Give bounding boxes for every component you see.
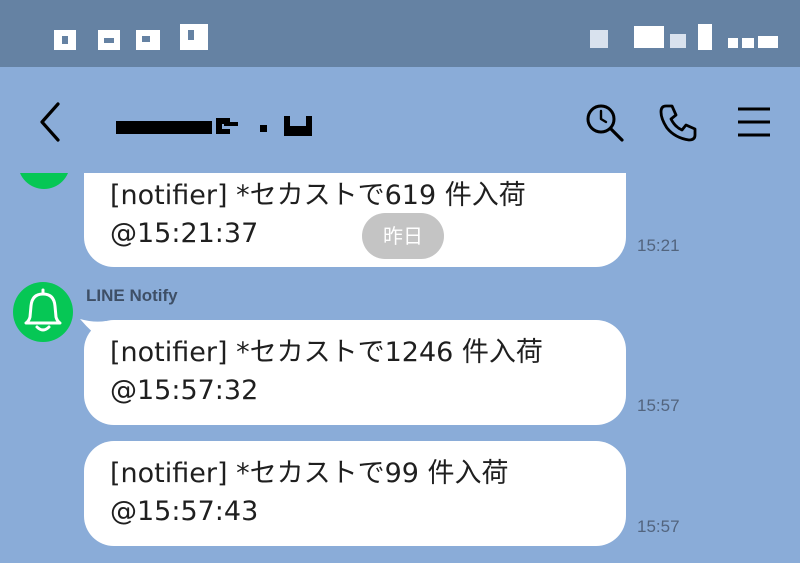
message-timestamp: 15:57 (637, 517, 680, 536)
avatar[interactable] (13, 282, 73, 342)
back-button[interactable] (32, 100, 68, 144)
message-text-line1: [notifier] *セカストで1246 件入荷 (110, 337, 543, 368)
chat-title-redacted (116, 116, 326, 138)
message-text-line2: @15:57:32 (110, 375, 259, 406)
search-button[interactable] (582, 100, 626, 144)
message-text-line1: [notifier] *セカストで99 件入荷 (110, 458, 509, 489)
avatar[interactable] (18, 173, 70, 189)
menu-button[interactable] (732, 100, 776, 144)
message-bubble[interactable]: [notifier] *セカストで1246 件入荷 @15:57:32 (84, 320, 626, 425)
message-text-line2: @15:57:43 (110, 496, 259, 527)
sender-name: LINE Notify (86, 286, 178, 305)
message-text-line1: [notifier] *セカストで619 件入荷 (110, 180, 526, 211)
chevron-left-icon (40, 102, 60, 142)
phone-icon (659, 104, 697, 142)
message-timestamp: 15:57 (637, 396, 680, 415)
message-text-line2: @15:21:37 (110, 218, 259, 249)
date-separator: 昨日 (362, 213, 444, 259)
message-bubble[interactable]: [notifier] *セカストで99 件入荷 @15:57:43 (84, 441, 626, 546)
status-bar (0, 0, 800, 67)
bell-icon (24, 288, 62, 332)
chat-header (0, 67, 800, 173)
message-timestamp: 15:21 (637, 236, 680, 255)
chat-message-list[interactable]: [notifier] *セカストで619 件入荷 @15:21:37 15:21… (0, 173, 800, 563)
call-button[interactable] (656, 100, 700, 144)
message-bubble[interactable]: [notifier] *セカストで619 件入荷 @15:21:37 (84, 173, 626, 267)
hamburger-menu-icon (738, 107, 770, 137)
search-icon (586, 104, 624, 142)
